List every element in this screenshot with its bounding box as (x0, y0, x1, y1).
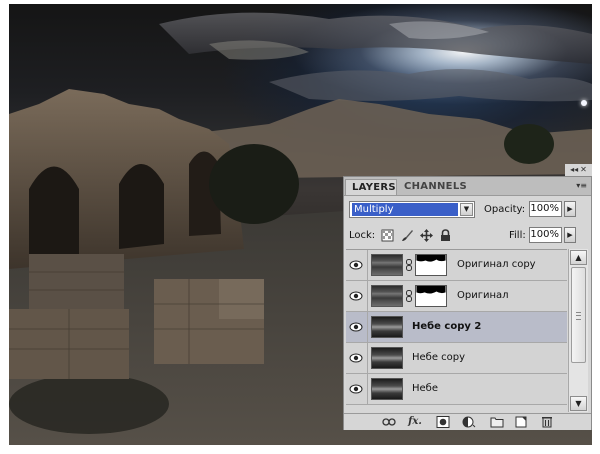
layer-thumbnail[interactable] (371, 378, 403, 400)
light-speck (581, 100, 587, 106)
layer-mask-thumbnail[interactable] (415, 254, 447, 276)
opacity-label: Opacity: (484, 204, 526, 215)
scroll-down-button[interactable]: ▼ (570, 396, 587, 411)
divider (367, 281, 368, 311)
layers-panel: LAYERS CHANNELS ▾≡ Multiply ▼ Opacity: 1… (343, 176, 592, 430)
layer-thumbnail[interactable] (371, 285, 403, 307)
folder-icon[interactable] (490, 416, 504, 428)
layer-row[interactable]: Небе (346, 374, 567, 405)
adjustment-layer-icon[interactable] (462, 416, 476, 428)
layer-row[interactable]: Оригинал copy (346, 250, 567, 281)
link-layers-icon[interactable] (382, 416, 396, 428)
layer-row-selected[interactable]: Небе copy 2 (346, 312, 567, 343)
grip-icon (576, 312, 581, 320)
link-icon[interactable] (405, 259, 413, 271)
blend-row: Multiply ▼ Opacity: 100% ▶ (349, 201, 587, 219)
layer-name[interactable]: Небе (412, 383, 438, 394)
layer-name[interactable]: Небе copy (412, 352, 465, 363)
lock-label: Lock: (349, 230, 376, 241)
layer-list: Оригинал copy Оригинал Небе copy 2 Небе … (346, 249, 567, 413)
collapse-icon[interactable]: ◂◂ (570, 165, 578, 174)
blend-mode-select[interactable]: Multiply ▼ (349, 201, 475, 218)
chevron-down-icon[interactable]: ▼ (460, 203, 473, 216)
scroll-up-button[interactable]: ▲ (570, 250, 587, 265)
add-mask-icon[interactable] (436, 416, 450, 428)
opacity-input[interactable]: 100% (529, 201, 562, 217)
link-icon[interactable] (405, 290, 413, 302)
eye-icon[interactable] (349, 382, 363, 396)
layer-thumbnail[interactable] (371, 316, 403, 338)
layer-mask-thumbnail[interactable] (415, 285, 447, 307)
divider (367, 312, 368, 342)
fill-slider-button[interactable]: ▶ (564, 227, 576, 243)
close-icon[interactable]: ✕ (580, 165, 587, 174)
tab-channels[interactable]: CHANNELS (398, 179, 467, 195)
layer-name[interactable]: Оригинал copy (457, 259, 536, 270)
layer-name[interactable]: Оригинал (457, 290, 509, 301)
panel-tab-row: LAYERS CHANNELS ▾≡ (344, 177, 591, 196)
layer-list-scrollbar[interactable]: ▲ ▼ (568, 249, 588, 412)
lock-all-icon[interactable] (439, 229, 452, 242)
divider (367, 343, 368, 373)
eye-icon[interactable] (349, 258, 363, 272)
move-icon[interactable] (420, 229, 433, 242)
layer-thumbnail[interactable] (371, 254, 403, 276)
lock-transparent-icon[interactable] (381, 229, 394, 242)
brush-icon[interactable] (401, 229, 414, 242)
divider (367, 250, 368, 280)
layer-thumbnail[interactable] (371, 347, 403, 369)
layer-name[interactable]: Небе copy 2 (412, 321, 481, 332)
blend-mode-value: Multiply (352, 203, 458, 216)
tab-layers[interactable]: LAYERS (345, 179, 397, 195)
scroll-thumb[interactable] (571, 267, 586, 363)
new-layer-icon[interactable] (514, 416, 528, 428)
panel-menu-icon[interactable]: ▾≡ (576, 181, 587, 190)
lock-row: Lock: Fill: 100% ▶ (349, 227, 587, 245)
panel-window-controls[interactable]: ◂◂ ✕ (565, 164, 592, 176)
fill-label: Fill: (509, 230, 526, 241)
fx-icon[interactable]: fx. (408, 416, 422, 428)
opacity-slider-button[interactable]: ▶ (564, 201, 576, 217)
layer-row[interactable]: Небе copy (346, 343, 567, 374)
trash-icon[interactable] (540, 416, 554, 428)
eye-icon[interactable] (349, 320, 363, 334)
fill-input[interactable]: 100% (529, 227, 562, 243)
layers-bottom-toolbar: fx. (344, 413, 591, 430)
eye-icon[interactable] (349, 351, 363, 365)
divider (367, 374, 368, 404)
layer-row[interactable]: Оригинал (346, 281, 567, 312)
eye-icon[interactable] (349, 289, 363, 303)
